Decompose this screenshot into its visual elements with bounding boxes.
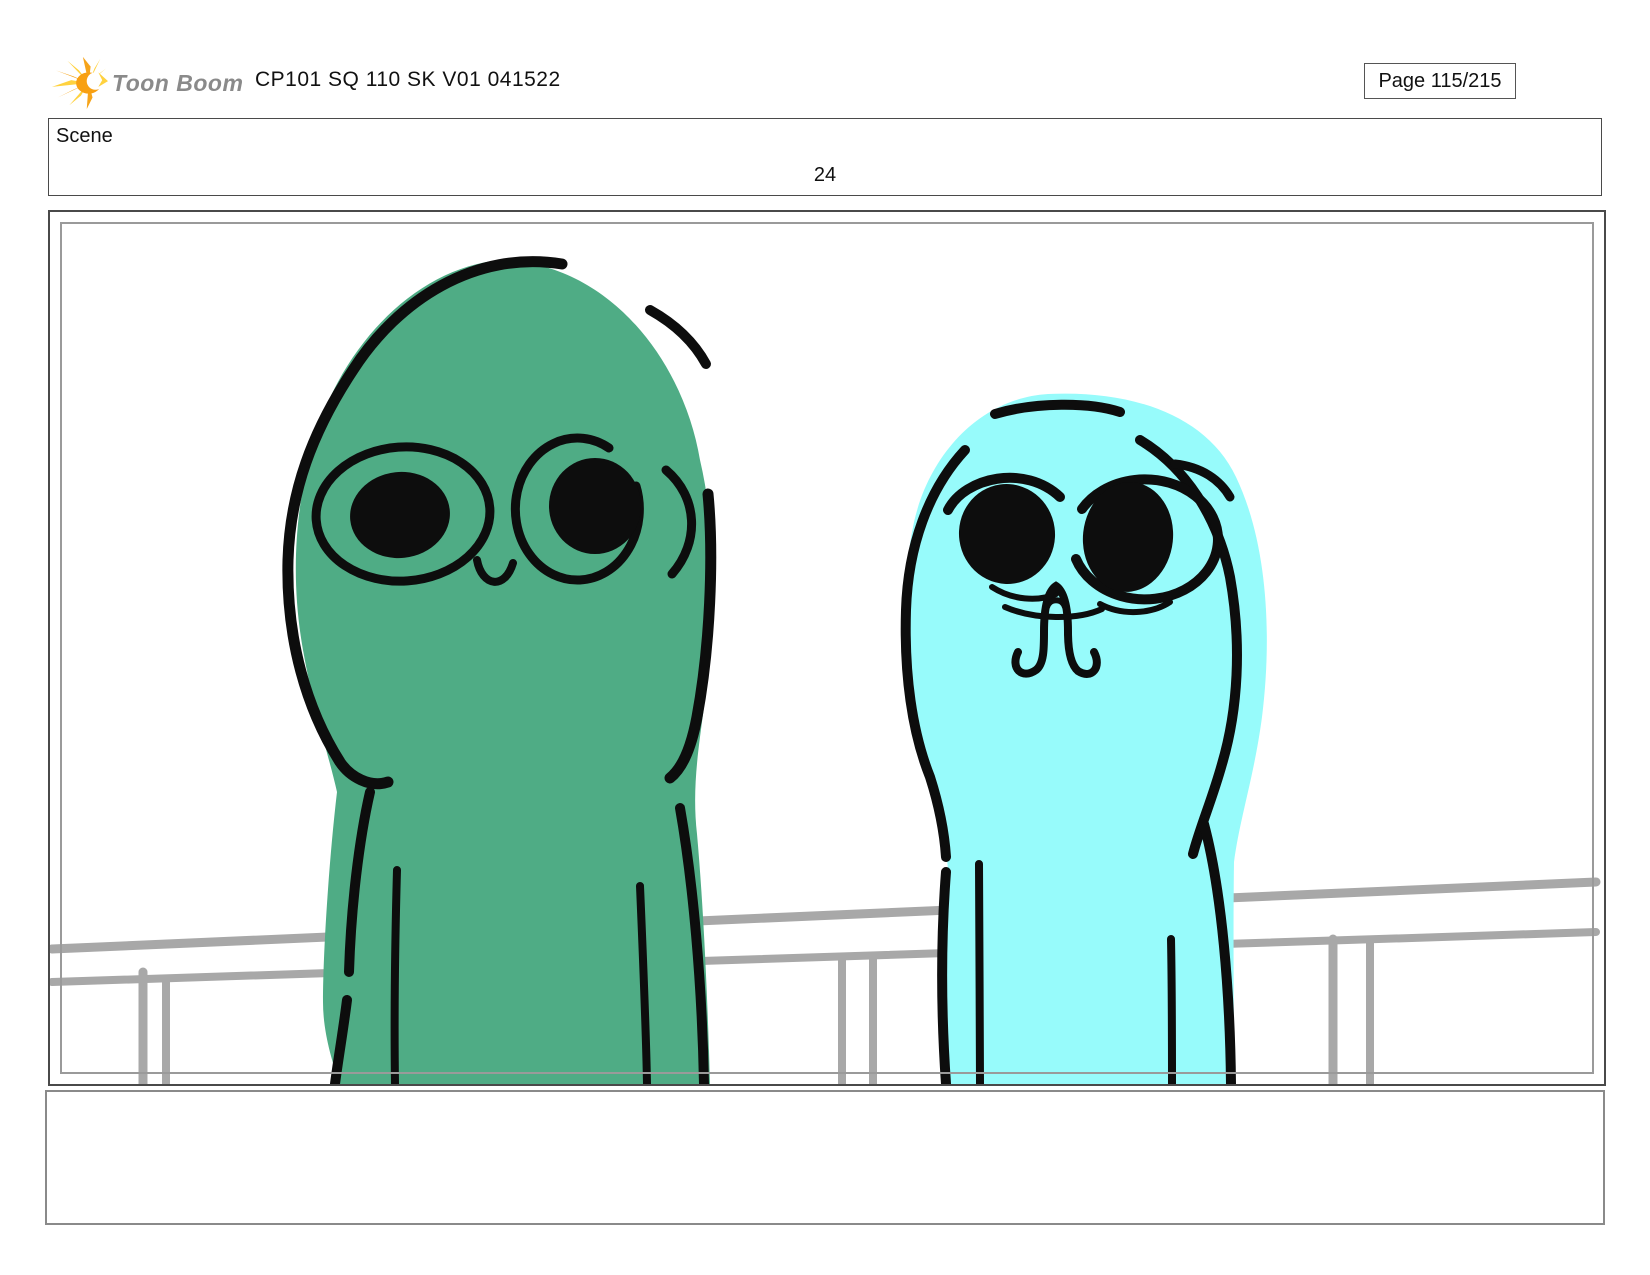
logo-wordmark: Toon Boom	[112, 69, 244, 96]
scene-label: Scene	[56, 125, 113, 147]
storyboard-page: { "header": { "logo_text": "Toon Boom", …	[0, 0, 1650, 1275]
cyan-blob-character	[900, 393, 1267, 1084]
page-number-label: Page 115/215	[1378, 69, 1502, 92]
storyboard-panel-drawing	[50, 256, 1601, 1084]
scene-row: Scene 24	[48, 118, 1602, 196]
green-blob-character	[282, 256, 717, 1084]
page-number-box: Page 115/215	[1364, 63, 1516, 99]
caption-box	[45, 1090, 1605, 1225]
scene-number: 24	[813, 164, 837, 186]
toonboom-logo-icon	[51, 56, 108, 110]
storyboard-panel	[48, 210, 1606, 1086]
railing	[50, 877, 1601, 1084]
document-title: CP101 SQ 110 SK V01 041522	[255, 68, 561, 91]
header-logo: Toon Boom	[50, 56, 250, 110]
